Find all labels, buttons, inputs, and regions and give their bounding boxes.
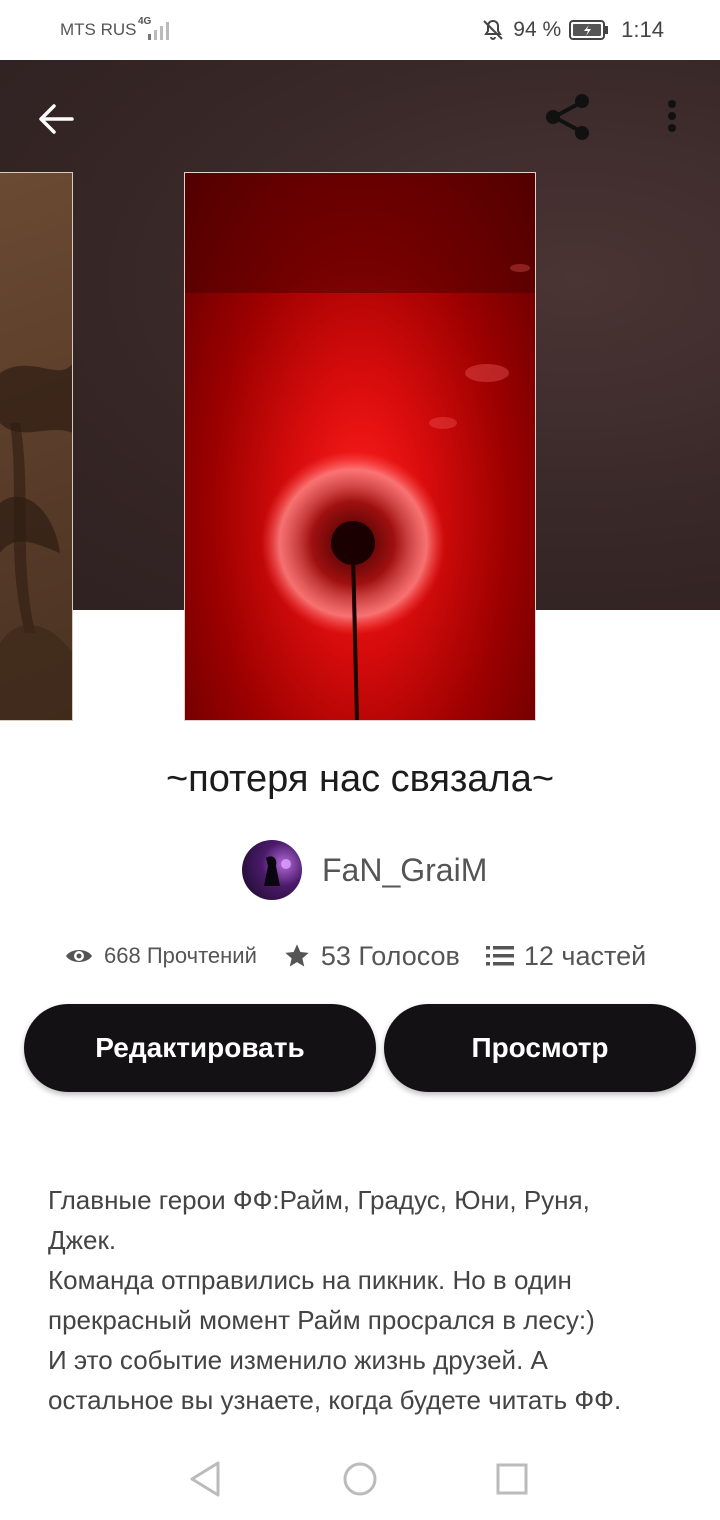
author-link[interactable]: FaN_GraiM — [242, 840, 487, 900]
status-right: 94 % 1:14 — [481, 17, 664, 43]
book-stats: 668 Прочтений 53 Голосов 12 частей — [64, 934, 646, 978]
arrow-left-icon — [39, 104, 74, 134]
battery-icon — [569, 20, 609, 40]
views-count: 668 Прочтений — [104, 943, 257, 968]
clock: 1:14 — [621, 17, 664, 42]
nav-recents-icon[interactable] — [487, 1454, 537, 1504]
votes-count: 53 Голосов — [320, 940, 460, 971]
description-line: Команда отправились на пикник. Но в один — [48, 1265, 572, 1295]
votes-stat: 53 Голосов — [283, 941, 460, 972]
share-icon[interactable] — [538, 88, 598, 148]
author-name: FaN_GraiM — [322, 851, 488, 888]
carrier-name: MTS RUS — [60, 20, 137, 39]
nav-back-icon[interactable] — [180, 1454, 230, 1504]
back-button[interactable] — [30, 93, 82, 145]
description-line: остальное вы узнаете, когда будете читат… — [48, 1385, 622, 1415]
book-cover[interactable] — [184, 172, 536, 721]
views-stat: 668 Прочтений — [64, 943, 257, 969]
status-bar: MTS RUS 4G 94 % 1:14 — [0, 0, 720, 60]
avatar-image — [264, 856, 291, 886]
battery-percent: 94 % — [513, 18, 562, 41]
dandelion-image — [185, 173, 535, 720]
signal-icon — [148, 22, 169, 40]
avatar — [242, 840, 302, 900]
more-vertical-icon[interactable] — [652, 92, 692, 144]
book-description: Главные герои ФФ:Райм, Градус, Юни, Руня… — [48, 1180, 688, 1420]
description-line: И это событие изменило жизнь друзей. А — [48, 1345, 548, 1375]
description-line: Джек. — [48, 1225, 117, 1255]
description-line: Главные герои ФФ:Райм, Градус, Юни, Руня… — [48, 1185, 590, 1215]
book-title: ~потеря нас связала~ — [165, 758, 555, 800]
description-line: прекрасный момент Райм просрался в лесу:… — [48, 1305, 595, 1335]
parts-count: 12 частей — [523, 940, 647, 971]
system-navigation-bar — [0, 1436, 720, 1520]
cover-artwork — [0, 364, 72, 720]
edit-button[interactable]: Редактировать — [24, 1004, 376, 1092]
star-icon — [285, 944, 309, 967]
preview-button[interactable]: Просмотр — [384, 1004, 696, 1092]
bell-off-icon — [483, 19, 504, 40]
nav-home-icon[interactable] — [335, 1454, 385, 1504]
list-icon — [485, 946, 514, 966]
parts-stat[interactable]: 12 частей — [485, 940, 647, 972]
previous-cover[interactable] — [0, 172, 73, 721]
eye-icon — [66, 950, 92, 962]
